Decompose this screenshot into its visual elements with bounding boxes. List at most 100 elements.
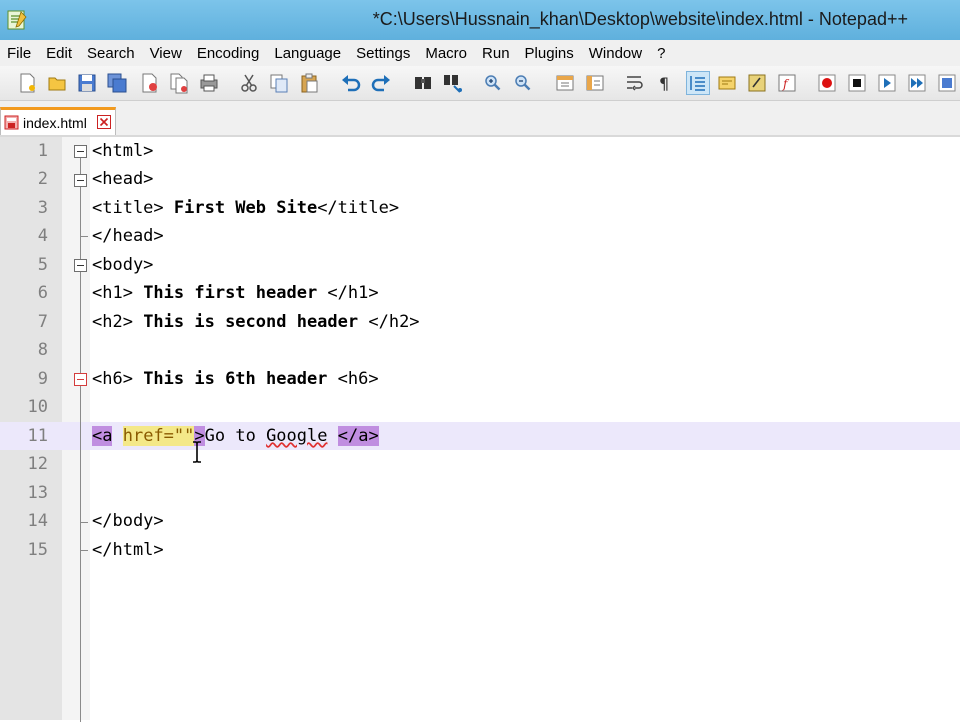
editor[interactable]: 1 <html> 2 <head> 3 <title> First Web Si… (0, 137, 960, 722)
tab-label: index.html (23, 115, 87, 131)
line-number: 11 (27, 426, 48, 446)
fold-end (80, 550, 88, 551)
zoom-in-icon[interactable] (482, 72, 504, 94)
undo-icon[interactable] (340, 72, 362, 94)
code-line-11-current[interactable]: 11 <a href="">Go to Google </a> (0, 422, 960, 450)
save-macro-icon[interactable] (936, 72, 958, 94)
code-text: <h2> This is second header </h2> (92, 308, 420, 336)
menu-bar: File Edit Search View Encoding Language … (0, 40, 960, 66)
body-close-tag: </body> (92, 511, 164, 531)
h6-open-tag: <h6> (92, 369, 133, 389)
open-file-icon[interactable] (46, 72, 68, 94)
menu-help[interactable]: ? (650, 45, 673, 62)
code-line-9[interactable]: 9 <h6> This is 6th header <h6> (0, 365, 960, 393)
save-icon[interactable] (76, 72, 98, 94)
notepadpp-app-icon[interactable] (6, 9, 28, 31)
code-line-14[interactable]: 14 </body> (0, 507, 960, 535)
h2-content: This is second header (132, 312, 369, 332)
sync-vertical-icon[interactable] (554, 72, 576, 94)
copy-icon[interactable] (268, 72, 290, 94)
line-number: 9 (37, 369, 48, 389)
menu-window[interactable]: Window (582, 45, 650, 62)
line-number: 12 (27, 454, 48, 474)
menu-search[interactable]: Search (80, 45, 143, 62)
code-line-5[interactable]: 5 <body> (0, 251, 960, 279)
function-list-icon[interactable]: f (776, 72, 798, 94)
fold-end (80, 236, 88, 237)
user-language-icon[interactable] (746, 72, 768, 94)
h6-close-tag: <h6> (337, 369, 379, 389)
menu-encoding[interactable]: Encoding (190, 45, 268, 62)
code-line-8[interactable]: 8 (0, 336, 960, 364)
code-line-12[interactable]: 12 (0, 450, 960, 478)
close-all-icon[interactable] (168, 72, 190, 94)
menu-language[interactable]: Language (267, 45, 349, 62)
link-text-google: Google (266, 426, 328, 446)
run-macro-multiple-icon[interactable] (906, 72, 928, 94)
tab-index-html[interactable]: index.html (0, 107, 116, 135)
find-icon[interactable] (412, 72, 434, 94)
play-macro-icon[interactable] (876, 72, 898, 94)
cut-icon[interactable] (238, 72, 260, 94)
sync-horizontal-icon[interactable] (584, 72, 606, 94)
doc-map-icon[interactable] (716, 72, 738, 94)
text-cursor-icon (193, 441, 201, 463)
code-text: <body> (92, 251, 153, 279)
line-number: 6 (37, 283, 48, 303)
window-title: *C:\Users\Hussnain_khan\Desktop\website\… (372, 9, 908, 29)
h1-content: This first header (132, 283, 328, 303)
show-all-chars-icon[interactable]: ¶ (654, 72, 676, 94)
record-macro-icon[interactable] (816, 72, 838, 94)
code-line-4[interactable]: 4 </head> (0, 222, 960, 250)
new-file-icon[interactable] (16, 72, 38, 94)
head-open-tag: <head> (92, 169, 154, 189)
save-all-icon[interactable] (106, 72, 128, 94)
code-text: <title> First Web Site</title> (92, 194, 399, 222)
print-icon[interactable] (198, 72, 220, 94)
tab-close-icon[interactable] (97, 115, 111, 129)
replace-icon[interactable] (442, 72, 464, 94)
indent-guide-icon[interactable] (686, 71, 710, 95)
line-number: 7 (37, 312, 48, 332)
menu-settings[interactable]: Settings (349, 45, 418, 62)
menu-run[interactable]: Run (475, 45, 518, 62)
menu-plugins[interactable]: Plugins (518, 45, 582, 62)
menu-edit[interactable]: Edit (39, 45, 80, 62)
code-line-2[interactable]: 2 <head> (0, 165, 960, 193)
line-number: 1 (37, 141, 48, 161)
code-text: </head> (92, 222, 164, 250)
modified-document-icon (4, 115, 19, 130)
paste-icon[interactable] (298, 72, 320, 94)
stop-record-icon[interactable] (846, 72, 868, 94)
toolbar: ¶ f (0, 66, 960, 101)
code-text: <head> (92, 165, 153, 193)
h1-open-tag: <h1> (92, 283, 133, 303)
zoom-out-icon[interactable] (512, 72, 534, 94)
fold-toggle-head[interactable] (74, 174, 87, 187)
fold-toggle-h6[interactable] (74, 373, 87, 386)
code-line-1[interactable]: 1 <html> (0, 137, 960, 165)
code-line-15[interactable]: 15 </html> (0, 536, 960, 564)
code-text: </html> (92, 536, 164, 564)
code-line-3[interactable]: 3 <title> First Web Site</title> (0, 194, 960, 222)
code-line-6[interactable]: 6 <h1> This first header </h1> (0, 279, 960, 307)
code-line-10[interactable]: 10 (0, 393, 960, 421)
code-line-13[interactable]: 13 (0, 479, 960, 507)
html-close-tag: </html> (92, 540, 164, 560)
head-close-tag: </head> (92, 226, 164, 246)
h1-close-tag: </h1> (327, 283, 379, 303)
fold-toggle-html[interactable] (74, 145, 87, 158)
fold-line (80, 386, 81, 722)
h2-open-tag: <h2> (92, 312, 133, 332)
title-content: First Web Site (163, 198, 318, 218)
redo-icon[interactable] (370, 72, 392, 94)
fold-line (80, 187, 81, 236)
menu-file[interactable]: File (0, 45, 39, 62)
close-icon[interactable] (138, 72, 160, 94)
fold-toggle-body[interactable] (74, 259, 87, 272)
word-wrap-icon[interactable] (624, 72, 646, 94)
code-line-7[interactable]: 7 <h2> This is second header </h2> (0, 308, 960, 336)
menu-macro[interactable]: Macro (418, 45, 475, 62)
menu-view[interactable]: View (143, 45, 190, 62)
